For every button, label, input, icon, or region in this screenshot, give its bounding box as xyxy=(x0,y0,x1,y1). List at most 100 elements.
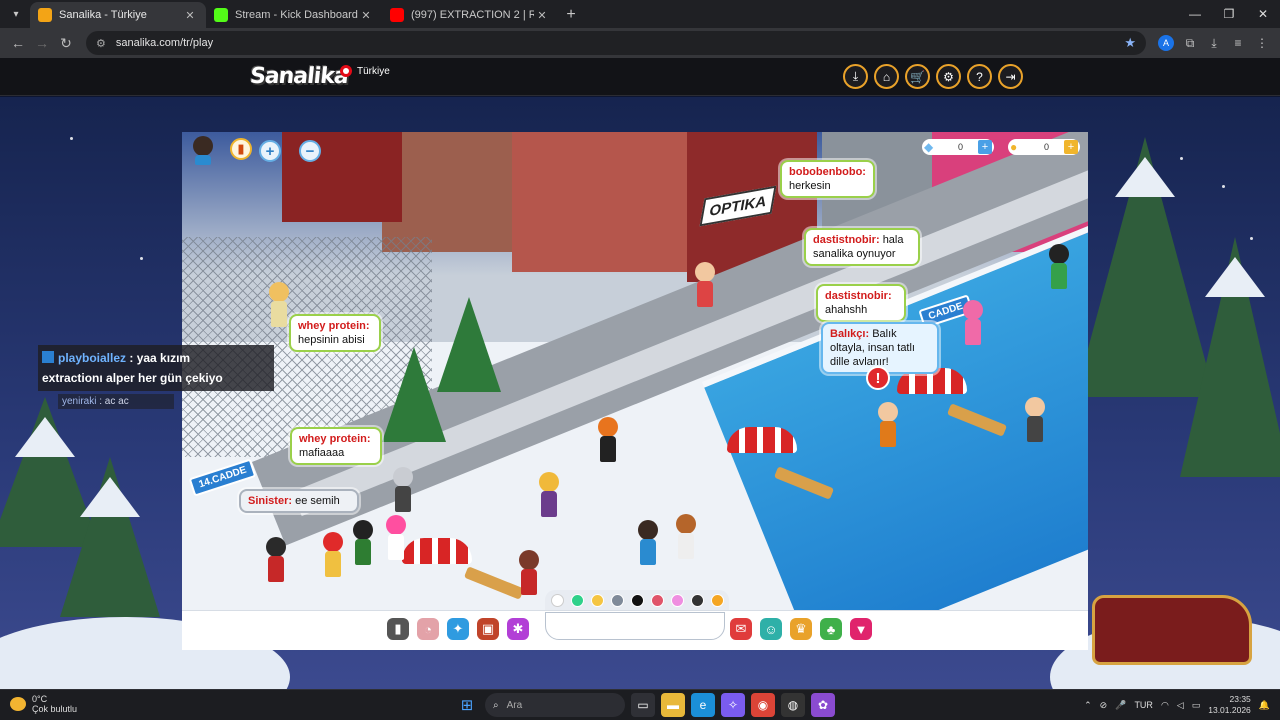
color-swatch-yellow[interactable] xyxy=(590,593,604,607)
player-avatar[interactable] xyxy=(322,532,344,578)
color-swatch-gray[interactable] xyxy=(610,593,624,607)
player-avatar[interactable] xyxy=(675,514,697,560)
tab-title: (997) EXTRACTION 2 | Resmi Fr xyxy=(411,9,534,21)
maximize-icon[interactable]: ❐ xyxy=(1212,0,1246,28)
microphone-icon[interactable]: 🎤 xyxy=(1115,700,1126,711)
download-icon[interactable]: ⤓ xyxy=(1202,31,1226,55)
chat-bubble: bobobenbobo: herkesin xyxy=(780,160,875,198)
player-avatar[interactable] xyxy=(385,515,407,561)
game-chat-input[interactable] xyxy=(545,612,725,640)
player-avatar[interactable] xyxy=(694,262,716,308)
task-view-icon[interactable]: ▭ xyxy=(631,693,655,717)
player-avatar[interactable] xyxy=(637,520,659,566)
dance-icon[interactable]: ✦ xyxy=(447,618,469,640)
player-avatar[interactable] xyxy=(962,300,984,346)
player-avatar[interactable] xyxy=(268,282,290,328)
settings-icon[interactable]: ⚙ xyxy=(936,64,961,89)
wifi-icon[interactable]: ◠ xyxy=(1161,700,1169,711)
battery-icon[interactable]: ▭ xyxy=(1192,700,1201,711)
bubble-username: whey protein: xyxy=(298,320,370,332)
island-icon[interactable]: ♣ xyxy=(820,618,842,640)
color-swatch-green[interactable] xyxy=(570,593,584,607)
region-selector[interactable]: Türkiye xyxy=(340,65,390,77)
minimize-icon[interactable]: — xyxy=(1178,0,1212,28)
show-hidden-icons[interactable]: ⌃ xyxy=(1084,700,1092,711)
buy-gold-button[interactable]: + xyxy=(1064,140,1078,154)
clock-date: 13.01.2026 xyxy=(1208,705,1251,715)
profile-avatar[interactable]: A xyxy=(1158,35,1174,51)
color-swatch-dark[interactable] xyxy=(690,593,704,607)
exclamation-alert-icon[interactable]: ! xyxy=(866,366,890,390)
close-icon[interactable]: ✕ xyxy=(182,9,198,22)
trophy-icon[interactable]: ♛ xyxy=(790,618,812,640)
copilot-icon[interactable]: ✧ xyxy=(721,693,745,717)
emotes-icon[interactable]: ◔ xyxy=(417,618,439,640)
menu-triangle-icon[interactable]: ▼ xyxy=(850,618,872,640)
fisherman-avatar[interactable] xyxy=(877,402,899,448)
weather-condition: Çok bulutlu xyxy=(32,704,78,714)
back-icon[interactable]: ← xyxy=(6,31,30,55)
player-avatar[interactable] xyxy=(597,417,619,463)
cart-icon[interactable]: 🛒 xyxy=(905,64,930,89)
player-avatar[interactable] xyxy=(265,537,287,583)
color-swatch-black[interactable] xyxy=(630,593,644,607)
color-swatch-orange[interactable] xyxy=(710,593,724,607)
file-explorer-icon[interactable]: ▬ xyxy=(661,693,685,717)
taskbar-search[interactable]: ⌕ Ara xyxy=(485,693,625,717)
player-avatar[interactable] xyxy=(352,520,374,566)
notification-bell-icon[interactable]: 🔔 xyxy=(1259,700,1270,711)
color-swatch-white[interactable] xyxy=(550,593,564,607)
clock[interactable]: 23:35 13.01.2026 xyxy=(1208,694,1251,716)
alien-avatar[interactable] xyxy=(392,467,414,513)
tab-youtube[interactable]: (997) EXTRACTION 2 | Resmi Fr ✕ xyxy=(382,2,558,28)
zoom-in-button[interactable]: + xyxy=(259,140,281,162)
player-avatar[interactable] xyxy=(1024,397,1046,443)
game-canvas[interactable]: OPTIKA 14.CADDE CADDE ▮ + − ◆ 0 + ● 0 + … xyxy=(182,132,1088,610)
weather-widget[interactable]: 0°C Çok bulutlu xyxy=(10,694,77,714)
buy-diamonds-button[interactable]: + xyxy=(978,140,992,154)
player-avatar[interactable] xyxy=(538,472,560,518)
forward-icon[interactable]: → xyxy=(30,31,54,55)
player-avatar[interactable] xyxy=(1048,244,1070,290)
volume-icon[interactable]: ◁ xyxy=(1177,700,1184,711)
network-off-icon[interactable]: ⊘ xyxy=(1100,700,1108,711)
language-indicator[interactable]: TUR xyxy=(1134,700,1153,710)
browser-toolbar: ⛉ ⧉ ⤓ ≡ A ⋮ xyxy=(1154,31,1274,55)
extensions-icon[interactable]: ⧉ xyxy=(1178,31,1202,55)
obs-icon[interactable]: ◍ xyxy=(781,693,805,717)
messages-icon[interactable]: ✉ xyxy=(730,618,752,640)
friends-icon[interactable]: ☺ xyxy=(760,618,782,640)
site-info-icon[interactable]: ⚙ xyxy=(96,37,106,50)
help-icon[interactable]: ? xyxy=(967,64,992,89)
backpack-icon[interactable]: ▣ xyxy=(477,618,499,640)
fries-icon[interactable]: ▮ xyxy=(230,138,252,160)
color-swatch-pink[interactable] xyxy=(670,593,684,607)
phone-icon[interactable]: ▮ xyxy=(387,618,409,640)
close-icon[interactable]: ✕ xyxy=(534,9,550,22)
player-avatar[interactable] xyxy=(518,550,540,596)
edge-icon[interactable]: e xyxy=(691,693,715,717)
tab-kick-dashboard[interactable]: Stream - Kick Dashboard ✕ xyxy=(206,2,382,28)
app-icon[interactable]: ✿ xyxy=(811,693,835,717)
menu-kebab-icon[interactable]: ⋮ xyxy=(1250,31,1274,55)
close-icon[interactable]: ✕ xyxy=(358,9,374,22)
windows-start-icon[interactable]: ⊞ xyxy=(455,693,479,717)
logout-icon[interactable]: ⇥ xyxy=(998,64,1023,89)
activities-icon[interactable]: ✱ xyxy=(507,618,529,640)
zoom-out-button[interactable]: − xyxy=(299,140,321,162)
reload-icon[interactable]: ↻ xyxy=(54,31,78,55)
color-swatch-red[interactable] xyxy=(650,593,664,607)
sanalika-logo[interactable]: Sanalika xyxy=(249,64,349,89)
download-icon[interactable]: ⤓ xyxy=(843,64,868,89)
tab-search-icon[interactable]: ▾ xyxy=(4,2,28,26)
home-icon[interactable]: ⌂ xyxy=(874,64,899,89)
url-field[interactable]: ⚙ sanalika.com/tr/play ★ xyxy=(86,31,1146,55)
bookmark-star-icon[interactable]: ★ xyxy=(1124,35,1136,51)
close-window-icon[interactable]: ✕ xyxy=(1246,0,1280,28)
media-icon[interactable]: ≡ xyxy=(1226,31,1250,55)
new-tab-button[interactable]: + xyxy=(558,2,584,28)
tab-sanalika[interactable]: Sanalika - Türkiye ✕ xyxy=(30,2,206,28)
address-bar-row: ← → ↻ ⚙ sanalika.com/tr/play ★ ⛉ ⧉ ⤓ ≡ A… xyxy=(0,28,1280,58)
own-avatar-portrait[interactable] xyxy=(192,136,214,168)
chrome-icon[interactable]: ◉ xyxy=(751,693,775,717)
